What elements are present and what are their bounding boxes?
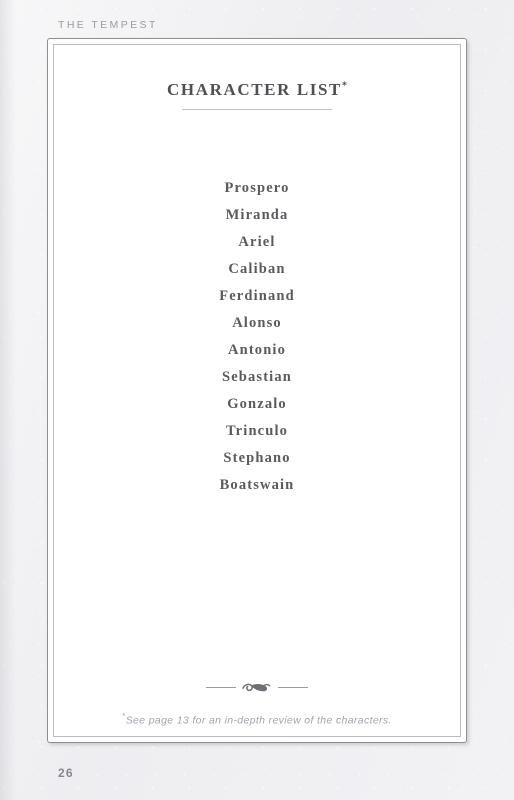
page-title: CHARACTER LIST* — [167, 80, 347, 100]
list-item: Ferdinand — [219, 288, 295, 304]
title-underline-rule — [182, 109, 332, 110]
page-number: 26 — [58, 766, 74, 780]
title-footnote-marker: * — [341, 80, 347, 92]
footnote: *See page 13 for an in-depth review of t… — [54, 712, 460, 727]
list-item: Stephano — [223, 450, 291, 466]
list-item: Boatswain — [219, 477, 295, 493]
list-item: Gonzalo — [227, 396, 287, 412]
page-frame-outer: CHARACTER LIST* Prospero Miranda Ariel C… — [47, 38, 467, 743]
separator-rule-right — [278, 686, 308, 688]
book-page: THE TEMPEST CHARACTER LIST* Prospero Mir… — [0, 0, 514, 800]
footnote-text: See page 13 for an in-depth review of th… — [125, 714, 392, 727]
list-item: Trinculo — [225, 423, 289, 439]
character-list: Prospero Miranda Ariel Caliban Ferdinand… — [54, 175, 460, 499]
list-item: Prospero — [224, 180, 290, 196]
running-header: THE TEMPEST — [58, 19, 158, 31]
list-item: Ariel — [238, 234, 276, 250]
list-item: Caliban — [228, 261, 286, 277]
page-frame-inner: CHARACTER LIST* Prospero Miranda Ariel C… — [53, 44, 461, 737]
footnote-separator — [54, 679, 460, 695]
flourish-ornament-icon — [240, 679, 274, 695]
title-block: CHARACTER LIST* — [54, 80, 460, 110]
list-item: Alonso — [232, 315, 282, 331]
list-item: Sebastian — [222, 369, 292, 385]
page-title-text: CHARACTER LIST — [167, 80, 342, 99]
separator-rule-left — [206, 686, 236, 688]
list-item: Antonio — [227, 342, 286, 358]
list-item: Miranda — [225, 207, 289, 223]
